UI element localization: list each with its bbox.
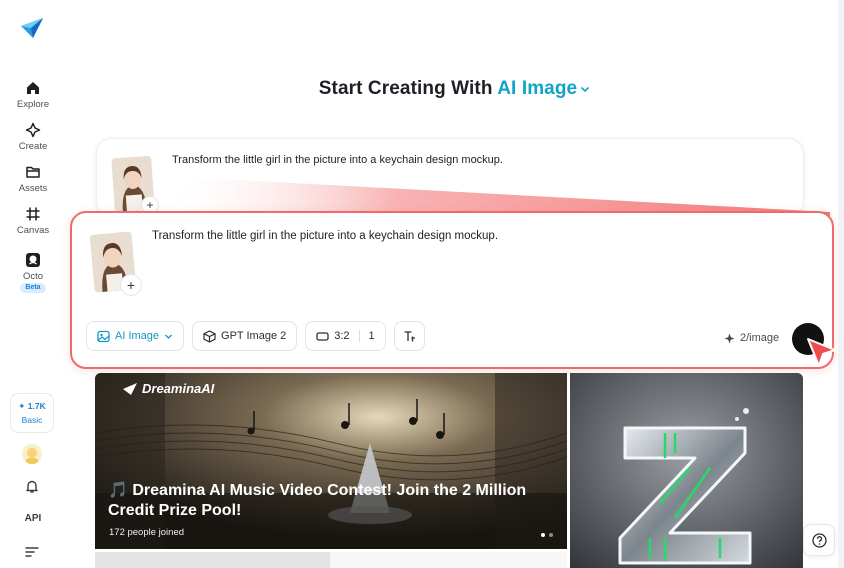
gallery-tile[interactable]: [330, 552, 567, 568]
title-prefix: Start Creating With: [318, 78, 493, 99]
divider: [358, 330, 360, 342]
chevron-down-icon: [165, 334, 172, 339]
banner-brand: DreaminaAI: [122, 381, 214, 396]
sparkle-icon: [724, 333, 735, 343]
mode-dropdown[interactable]: AI Image: [86, 321, 185, 351]
model-selector-label: GPT Image 2: [221, 330, 287, 342]
contest-banner[interactable]: DreaminaAI 🎵 Dreamina AI Music Video Con…: [95, 373, 567, 549]
credit-cost-label: 2/image: [740, 332, 780, 344]
help-button[interactable]: [803, 524, 835, 556]
folder-icon: [26, 166, 40, 178]
sidebar-item-create[interactable]: Create: [0, 122, 66, 152]
carousel-dot[interactable]: [549, 533, 553, 537]
sidebar-item-label: Assets: [18, 183, 48, 194]
avatar[interactable]: [22, 444, 42, 464]
prompt-toolbar: AI Image GPT Image 2 3:2 1: [86, 321, 425, 351]
chevron-down-icon: [581, 86, 590, 93]
app-root: Explore Create Assets Canvas Octo Beta ✦…: [0, 0, 844, 568]
sidebar-item-label: Explore: [16, 99, 50, 110]
credit-cost: 2/image: [724, 332, 779, 344]
ratio-label: 3:2: [334, 330, 350, 342]
ratio-selector[interactable]: 3:2 1: [305, 321, 386, 351]
model-selector[interactable]: GPT Image 2: [192, 321, 298, 351]
add-reference-button[interactable]: +: [120, 274, 142, 296]
credits-button[interactable]: ✦ 1.7K Basic: [10, 393, 54, 433]
dreamina-logo-icon: [123, 382, 137, 395]
previous-prompt-text: Transform the little girl in the picture…: [172, 154, 503, 166]
octo-icon: [26, 253, 40, 267]
menu-icon[interactable]: [25, 546, 39, 558]
api-link[interactable]: API: [0, 513, 66, 524]
carousel-dot[interactable]: [541, 533, 545, 537]
create-sparkle-icon: [25, 122, 41, 138]
banner-title: 🎵 Dreamina AI Music Video Contest! Join …: [108, 482, 527, 519]
prompt-card[interactable]: + Transform the little girl in the pictu…: [70, 211, 836, 369]
scrollbar-track[interactable]: [838, 0, 844, 568]
prompt-input[interactable]: Transform the little girl in the picture…: [152, 230, 498, 242]
carousel-dots[interactable]: [541, 533, 553, 537]
mode-dropdown-label: AI Image: [115, 330, 160, 342]
dreamina-logo-icon[interactable]: [19, 14, 45, 40]
sidebar-item-canvas[interactable]: Canvas: [0, 206, 66, 236]
sidebar-item-label: Create: [18, 141, 48, 152]
page-title: Start Creating With AI Image: [0, 78, 844, 100]
bell-icon[interactable]: [24, 478, 40, 494]
sidebar-item-octo[interactable]: Octo Beta: [0, 252, 66, 293]
canvas-grid-icon: [26, 207, 40, 221]
glass-letter-z-image: [570, 373, 803, 568]
credit-count-value: 1.7K: [27, 401, 46, 411]
sidebar-item-label: Octo: [22, 271, 44, 282]
image-count-label: 1: [368, 330, 375, 342]
credit-count: ✦ 1.7K: [18, 401, 46, 411]
aspect-ratio-icon: [316, 331, 329, 341]
help-icon: [811, 532, 827, 548]
text-style-button[interactable]: [393, 321, 425, 351]
beta-badge: Beta: [20, 283, 46, 293]
image-icon: [97, 330, 110, 342]
cursor-pointer-icon: [807, 338, 836, 367]
sidebar-item-assets[interactable]: Assets: [0, 164, 66, 194]
banner-background-image: [95, 373, 567, 549]
mode-switcher-label: AI Image: [497, 78, 578, 99]
gallery-tile[interactable]: [95, 552, 330, 568]
participants-count: 172 people joined: [109, 527, 185, 538]
gallery-tile-glass-letter[interactable]: [570, 373, 803, 568]
text-style-icon: [404, 330, 415, 341]
mode-switcher[interactable]: AI Image: [497, 78, 591, 99]
credit-plan: Basic: [21, 415, 43, 425]
banner-brand-text: DreaminaAI: [142, 381, 215, 396]
sidebar-item-label: Canvas: [16, 225, 50, 236]
avatar-icon: [22, 444, 42, 464]
cube-icon: [203, 329, 216, 343]
